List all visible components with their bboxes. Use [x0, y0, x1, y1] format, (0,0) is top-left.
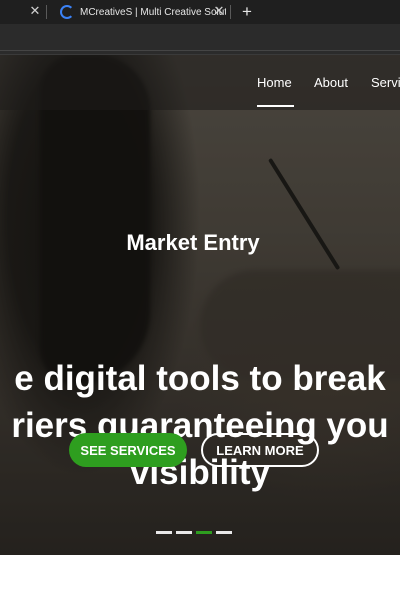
nav-services[interactable]: Servi	[371, 75, 400, 90]
tab-divider	[230, 5, 231, 19]
new-tab-button[interactable]: +	[238, 2, 256, 22]
site-navbar: Home About Servi	[0, 55, 400, 110]
toolbar-divider	[0, 50, 400, 51]
hero-subtitle: Market Entry	[126, 230, 260, 255]
loading-spinner-icon	[60, 5, 74, 19]
tab-divider	[46, 5, 47, 19]
browser-tab-active[interactable]: MCreativeS | Multi Creative Solutions	[50, 0, 226, 24]
hero-section: Home About Servi Market Entry e digital …	[0, 55, 400, 555]
nav-home[interactable]: Home	[257, 75, 292, 90]
page-content-below-hero	[0, 555, 400, 600]
slider-pagination	[156, 531, 232, 534]
browser-tab-bar: ✕ MCreativeS | Multi Creative Solutions …	[0, 0, 400, 24]
learn-more-button[interactable]: LEARN MORE	[201, 433, 319, 467]
slider-dot[interactable]	[216, 531, 232, 534]
nav-about[interactable]: About	[314, 75, 348, 90]
hero-headline-line-3: visibility	[129, 453, 271, 492]
browser-toolbar	[0, 24, 400, 55]
hero-headline: e digital tools to break riers guarantee…	[0, 355, 400, 496]
slider-dot[interactable]	[196, 531, 212, 534]
close-icon[interactable]: ✕	[212, 4, 226, 18]
slider-dot[interactable]	[176, 531, 192, 534]
slider-dot[interactable]	[156, 531, 172, 534]
hero-headline-line-2: riers guaranteeing you	[11, 406, 389, 445]
see-services-button[interactable]: SEE SERVICES	[69, 433, 187, 467]
close-icon[interactable]: ✕	[28, 4, 42, 18]
nav-active-indicator	[257, 105, 294, 107]
tab-title: MCreativeS | Multi Creative Solutions	[80, 6, 226, 18]
hero-headline-line-1: e digital tools to break	[14, 359, 386, 398]
